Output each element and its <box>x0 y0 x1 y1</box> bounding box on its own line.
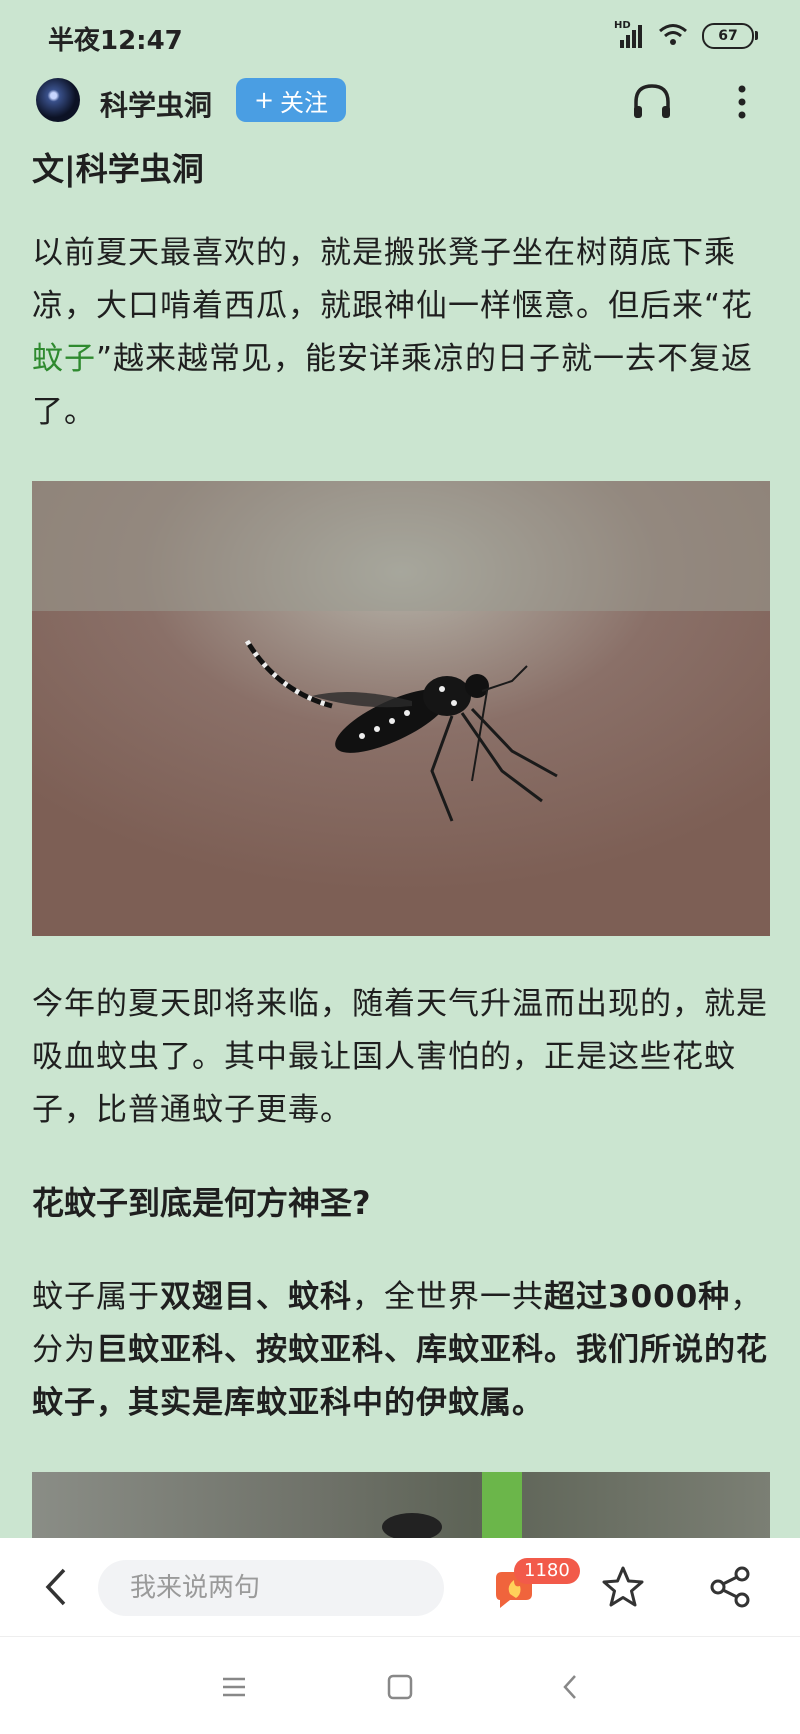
follow-label: 关注 <box>280 88 329 117</box>
paragraph-3: 蚊子属于双翅目、蚊科，全世界一共超过3000种，分为巨蚊亚科、按蚊亚科、库蚊亚科… <box>32 1271 770 1430</box>
bottom-action-bar: 1180 <box>0 1538 800 1636</box>
status-time: 半夜12:47 <box>48 26 183 56</box>
keyword-link[interactable]: 蚊子 <box>32 341 96 377</box>
system-back-button[interactable] <box>548 1665 592 1709</box>
paragraph-3-part-3: ，全世界一共 <box>352 1279 544 1315</box>
paragraph-2: 今年的夏天即将来临，随着天气升温而出现的，就是吸血蚊虫了。其中最让国人害怕的，正… <box>32 986 768 1128</box>
author-name[interactable]: 科学虫洞 <box>100 84 212 124</box>
share-icon <box>710 1566 750 1608</box>
star-icon <box>602 1566 644 1607</box>
paragraph-3-part-6: 巨蚊亚科、按蚊亚科、库蚊亚科。我们所说的花蚊子，其实是库蚊亚科中的伊蚊属。 <box>32 1332 768 1421</box>
status-icons: HD 67 <box>614 20 758 50</box>
paragraph-1-text-b: ”越来越常见，能安详乘凉的日子就一去不复返了。 <box>32 341 754 430</box>
recent-apps-button[interactable] <box>212 1665 256 1709</box>
paragraph-3-part-4: 超过3000种 <box>544 1279 731 1315</box>
listen-button[interactable] <box>628 78 676 126</box>
article-header: 科学虫洞 + 关注 <box>0 70 800 132</box>
status-bar: 半夜12:47 HD 67 <box>0 0 800 70</box>
headphones-icon <box>634 84 670 118</box>
follow-button[interactable]: + 关注 <box>236 78 346 122</box>
menu-icon <box>223 1677 245 1697</box>
second-photo[interactable] <box>32 1472 770 1542</box>
more-icon <box>738 85 746 119</box>
share-button[interactable] <box>706 1562 756 1612</box>
signal-label: HD <box>614 20 631 31</box>
article-body: 文|科学虫洞 以前夏天最喜欢的，就是搬张凳子坐在树荫底下乘凉，大口啃着西瓜，就跟… <box>32 145 770 1542</box>
back-nav-icon <box>563 1675 576 1699</box>
mosquito-photo[interactable] <box>32 481 770 936</box>
comment-input[interactable] <box>98 1560 444 1616</box>
author-avatar[interactable] <box>36 78 80 122</box>
favorite-button[interactable] <box>598 1562 648 1612</box>
section-heading: 花蚊子到底是何方神圣? <box>32 1184 371 1222</box>
mosquito-image <box>32 481 770 936</box>
plus-icon: + <box>253 86 275 114</box>
second-photo-image <box>382 1472 522 1542</box>
system-navigation-bar <box>0 1636 800 1734</box>
home-button[interactable] <box>378 1665 422 1709</box>
battery-icon: 67 <box>702 23 758 49</box>
back-icon <box>45 1568 66 1606</box>
more-button[interactable] <box>718 78 766 126</box>
comment-count-badge: 1180 <box>514 1558 580 1584</box>
article-byline: 文|科学虫洞 <box>32 150 204 188</box>
paragraph-3-part-1: 蚊子属于 <box>32 1279 160 1315</box>
paragraph-1: 以前夏天最喜欢的，就是搬张凳子坐在树荫底下乘凉，大口啃着西瓜，就跟神仙一样惬意。… <box>32 227 770 439</box>
signal-icon: HD <box>614 20 644 48</box>
home-icon <box>387 1674 413 1700</box>
paragraph-3-part-2: 双翅目、蚊科 <box>160 1279 352 1315</box>
paragraph-1-text-a: 以前夏天最喜欢的，就是搬张凳子坐在树荫底下乘凉，大口啃着西瓜，就跟神仙一样惬意。… <box>32 235 754 324</box>
back-button[interactable] <box>38 1562 78 1612</box>
wifi-icon <box>658 22 688 50</box>
